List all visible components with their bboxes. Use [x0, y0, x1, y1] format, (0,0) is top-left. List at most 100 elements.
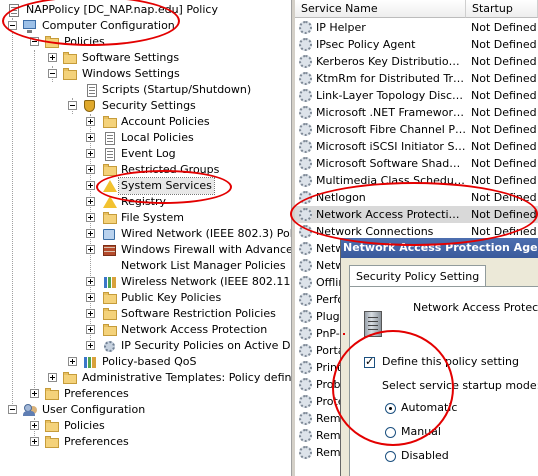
tab-security-policy-setting[interactable]: Security Policy Setting: [349, 265, 487, 287]
expand-toggle[interactable]: [86, 341, 95, 350]
folder-icon: [44, 419, 60, 433]
service-startup: Not Defined: [471, 89, 537, 102]
expand-toggle[interactable]: [86, 213, 95, 222]
folder-icon: [102, 211, 118, 225]
service-startup: Not Defined: [471, 123, 537, 136]
service-gear-icon: [299, 208, 312, 221]
service-row[interactable]: Microsoft Fibre Channel Platform Not Defi…: [295, 121, 538, 138]
service-row[interactable]: Multimedia Class Scheduler Not Defined: [295, 172, 538, 189]
expand-toggle[interactable]: [86, 229, 95, 238]
service-row[interactable]: IPsec Policy Agent Not Defined: [295, 36, 538, 53]
service-name: IPsec Policy Agent: [316, 38, 416, 51]
service-gear-icon: [299, 412, 312, 425]
service-gear-icon: [299, 140, 312, 153]
service-startup: Not Defined: [471, 21, 537, 34]
tree-label: Software Settings: [82, 51, 180, 64]
dialog-title[interactable]: Network Access Protection Agent Properti…: [341, 238, 538, 258]
expand-toggle[interactable]: [30, 437, 39, 446]
tree-label: Computer Configuration: [42, 19, 175, 32]
services-warning-icon: [102, 179, 118, 193]
folder-icon: [102, 323, 118, 337]
expand-toggle[interactable]: [86, 181, 95, 190]
service-row[interactable]: Microsoft .NET Framework NGEN Not Defined: [295, 104, 538, 121]
automatic-radio[interactable]: [385, 403, 396, 414]
disabled-label[interactable]: Disabled: [401, 449, 449, 462]
service-name: IP Helper: [316, 21, 366, 34]
expand-toggle[interactable]: [86, 117, 95, 126]
tab-panel: Network Access Protection Agent Define t…: [349, 286, 538, 476]
define-policy-checkbox[interactable]: [364, 355, 375, 368]
manual-label[interactable]: Manual: [401, 425, 441, 438]
tree-label: Preferences: [64, 387, 129, 400]
service-row[interactable]: IP Helper Not Defined: [295, 19, 538, 36]
service-row[interactable]: Microsoft iSCSI Initiator Service Not Def…: [295, 138, 538, 155]
expand-toggle[interactable]: [86, 309, 95, 318]
service-gear-icon: [299, 395, 312, 408]
expand-toggle[interactable]: [86, 165, 95, 174]
tree-label: IP Security Policies on Active Directory: [121, 339, 291, 352]
service-gear-icon: [299, 242, 312, 255]
expand-toggle[interactable]: [48, 373, 57, 382]
expand-toggle[interactable]: [86, 197, 95, 206]
expand-toggle[interactable]: [30, 389, 39, 398]
manual-radio[interactable]: [385, 427, 396, 438]
blank-icon: [102, 259, 118, 273]
expand-toggle[interactable]: [86, 133, 95, 142]
folder-icon: [62, 67, 78, 81]
expand-toggle[interactable]: [86, 149, 95, 158]
service-startup: Not Defined: [471, 38, 537, 51]
expand-toggle[interactable]: [86, 325, 95, 334]
service-name: Link-Layer Topology Discovery Mapper: [316, 89, 466, 102]
tree-label: System Services: [118, 177, 215, 195]
collapse-toggle[interactable]: [68, 101, 77, 110]
service-name: Multimedia Class Scheduler: [316, 174, 466, 187]
tree-label: Network List Manager Policies: [121, 259, 286, 272]
service-name: Netlogon: [316, 191, 366, 204]
expand-toggle[interactable]: [30, 421, 39, 430]
expand-toggle[interactable]: [68, 357, 77, 366]
tree-label: Windows Settings: [82, 67, 180, 80]
service-gear-icon: [299, 276, 312, 289]
service-startup: Not Defined: [471, 72, 537, 85]
service-startup: Not Defined: [471, 55, 537, 68]
expand-toggle[interactable]: [86, 245, 95, 254]
define-policy-label[interactable]: Define this policy setting: [382, 355, 519, 368]
tree-label: Policies: [64, 419, 105, 432]
expand-toggle[interactable]: [86, 277, 95, 286]
service-gear-icon: [299, 72, 312, 85]
collapse-toggle[interactable]: [48, 69, 57, 78]
collapse-toggle[interactable]: [8, 405, 17, 414]
column-header-startup[interactable]: Startup: [466, 0, 538, 18]
service-row[interactable]: Network Access Protection Agent Not Defin…: [295, 206, 538, 223]
registry-icon: [102, 195, 118, 209]
expand-toggle[interactable]: [48, 53, 57, 62]
service-gear-icon: [299, 123, 312, 136]
service-row[interactable]: Link-Layer Topology Discovery Mapper Not …: [295, 87, 538, 104]
tree-label: Account Policies: [121, 115, 210, 128]
disabled-radio[interactable]: [385, 451, 396, 462]
tree-label: Public Key Policies: [121, 291, 222, 304]
column-header-service-name[interactable]: Service Name: [295, 0, 466, 18]
service-gear-icon: [299, 174, 312, 187]
service-gear-icon: [299, 55, 312, 68]
script-icon: [84, 83, 100, 97]
collapse-toggle[interactable]: [30, 37, 39, 46]
tree-label: NAPPolicy [DC_NAP.nap.edu] Policy: [26, 3, 218, 16]
folder-icon: [102, 115, 118, 129]
qos-chart-icon: [82, 355, 98, 369]
security-icon: [82, 99, 98, 113]
tree-label: Event Log: [121, 147, 176, 160]
service-gear-icon: [299, 310, 312, 323]
service-row[interactable]: Kerberos Key Distribution Center Not Defi…: [295, 53, 538, 70]
automatic-label[interactable]: Automatic: [401, 401, 457, 414]
service-gear-icon: [299, 21, 312, 34]
service-row[interactable]: Netlogon Not Defined: [295, 189, 538, 206]
expand-toggle[interactable]: [86, 293, 95, 302]
service-row[interactable]: KtmRm for Distributed Transaction Coordi…: [295, 70, 538, 87]
collapse-toggle[interactable]: [8, 21, 17, 30]
users-icon: [22, 403, 38, 417]
service-startup: Not Defined: [471, 106, 537, 119]
console-tree[interactable]: NAPPolicy [DC_NAP.nap.edu] Policy Comput…: [0, 0, 291, 476]
service-row[interactable]: Microsoft Software Shadow Copy Not Define…: [295, 155, 538, 172]
tree-label: Scripts (Startup/Shutdown): [102, 83, 252, 96]
